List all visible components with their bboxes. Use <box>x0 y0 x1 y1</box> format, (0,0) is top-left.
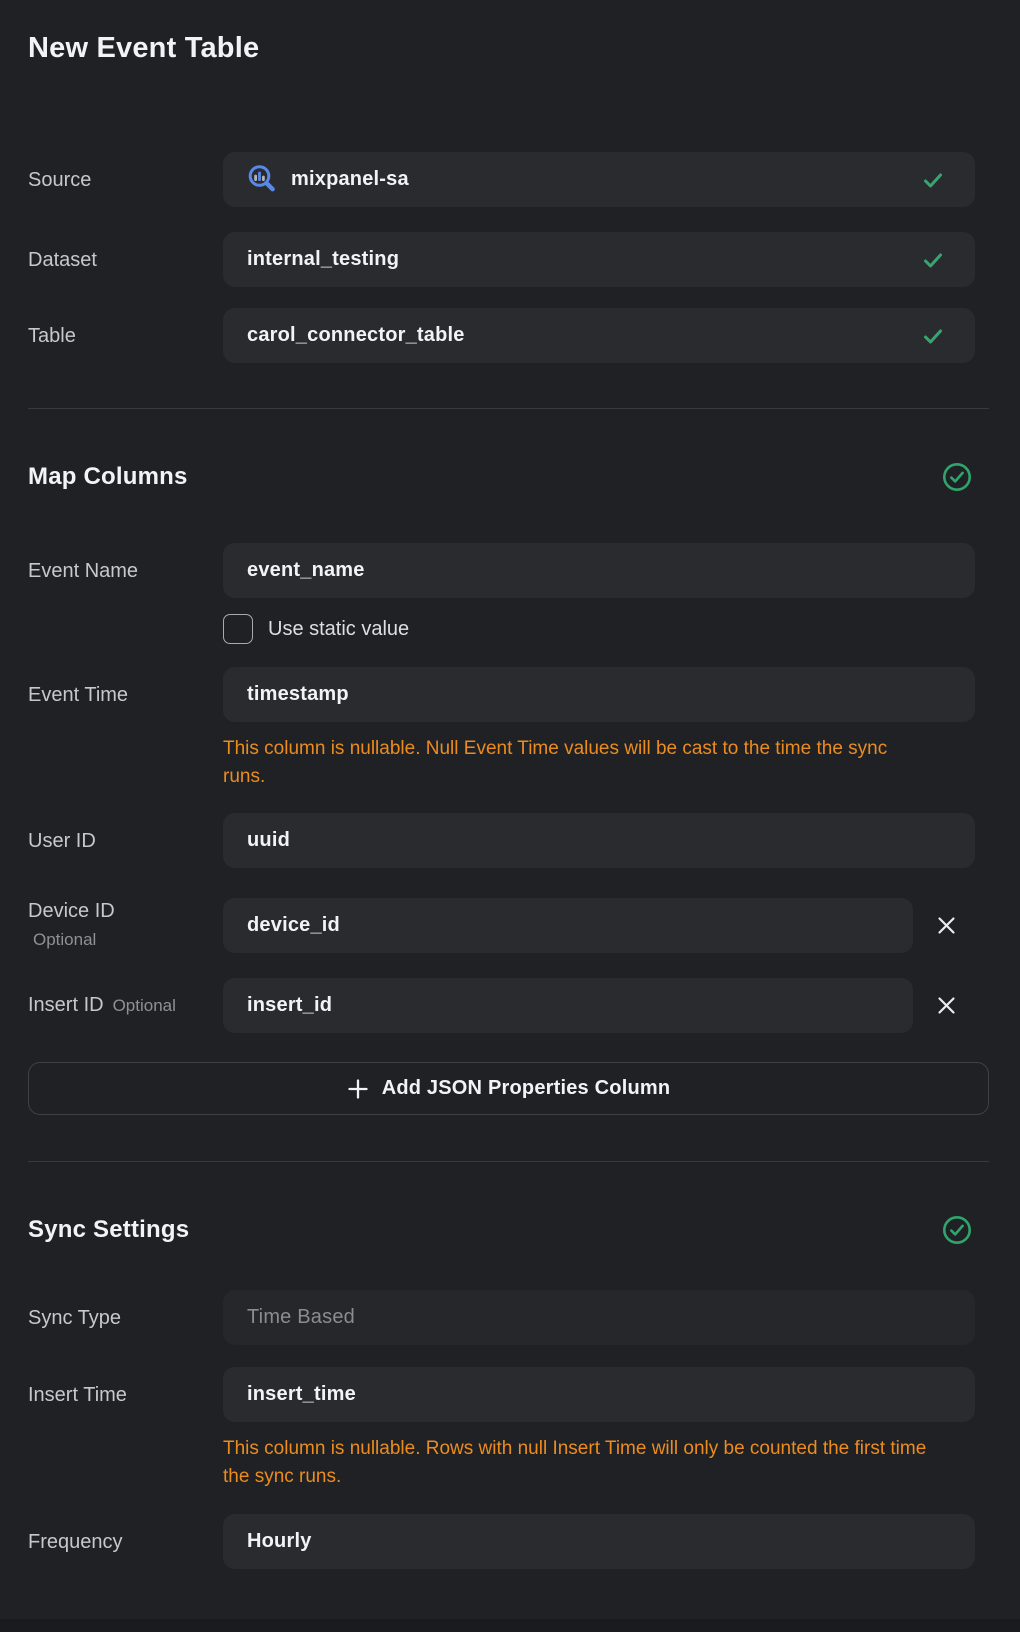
sync-settings-heading: Sync Settings <box>28 1216 189 1244</box>
frequency-field[interactable]: Hourly <box>223 1514 975 1569</box>
sync-type-row: Sync Type Time Based <box>28 1290 975 1345</box>
section-divider <box>28 1161 989 1162</box>
use-static-value-row: Use static value <box>223 614 975 644</box>
map-columns-heading: Map Columns <box>28 463 188 491</box>
dataset-field[interactable]: internal_testing <box>223 232 975 287</box>
insert-id-optional-label: Optional <box>113 996 176 1015</box>
event-name-row: Event Name event_name <box>28 543 975 598</box>
mixpanel-icon <box>245 163 278 196</box>
remove-insert-id-button[interactable] <box>928 988 964 1024</box>
add-json-properties-column-label: Add JSON Properties Column <box>382 1077 671 1100</box>
device-id-label: Device ID Optional <box>28 899 223 952</box>
use-static-value-checkbox[interactable] <box>223 614 253 644</box>
event-name-value: event_name <box>247 559 365 582</box>
source-value: mixpanel-sa <box>291 168 409 191</box>
event-time-field[interactable]: timestamp <box>223 667 975 722</box>
insert-id-label: Insert IDOptional <box>28 993 223 1018</box>
sync-type-field: Time Based <box>223 1290 975 1345</box>
table-field[interactable]: carol_connector_table <box>223 308 975 363</box>
source-row: Source mixpanel-sa <box>28 152 975 207</box>
close-icon <box>935 994 958 1017</box>
use-static-value-label: Use static value <box>268 618 409 641</box>
device-id-optional-label: Optional <box>33 928 223 952</box>
insert-id-row: Insert IDOptional insert_id <box>28 978 975 1033</box>
table-label: Table <box>28 324 223 348</box>
user-id-value: uuid <box>247 829 290 852</box>
dataset-value: internal_testing <box>247 248 399 271</box>
section-complete-icon <box>942 462 972 492</box>
close-icon <box>935 914 958 937</box>
sync-type-label: Sync Type <box>28 1306 223 1330</box>
insert-id-value: insert_id <box>247 994 332 1017</box>
valid-check-icon <box>921 248 945 272</box>
section-divider <box>28 408 989 409</box>
table-row: Table carol_connector_table <box>28 308 975 363</box>
valid-check-icon <box>921 324 945 348</box>
insert-time-row: Insert Time insert_time <box>28 1367 975 1422</box>
insert-time-label: Insert Time <box>28 1383 223 1407</box>
page-title: New Event Table <box>28 0 975 64</box>
device-id-value: device_id <box>247 914 340 937</box>
event-time-warning: This column is nullable. Null Event Time… <box>223 735 933 791</box>
insert-time-value: insert_time <box>247 1383 356 1406</box>
user-id-label: User ID <box>28 829 223 853</box>
frequency-label: Frequency <box>28 1530 223 1554</box>
event-time-label: Event Time <box>28 683 223 707</box>
section-complete-icon <box>942 1215 972 1245</box>
sync-settings-header: Sync Settings <box>28 1214 975 1246</box>
insert-time-warning: This column is nullable. Rows with null … <box>223 1435 933 1491</box>
source-field[interactable]: mixpanel-sa <box>223 152 975 207</box>
valid-check-icon <box>921 168 945 192</box>
event-time-row: Event Time timestamp <box>28 667 975 722</box>
dataset-row: Dataset internal_testing <box>28 232 975 287</box>
insert-id-field[interactable]: insert_id <box>223 978 913 1033</box>
event-time-value: timestamp <box>247 683 349 706</box>
user-id-row: User ID uuid <box>28 813 975 868</box>
bottom-edge-strip <box>0 1619 1020 1632</box>
device-id-row: Device ID Optional device_id <box>28 898 975 953</box>
event-name-field[interactable]: event_name <box>223 543 975 598</box>
plus-icon <box>347 1078 369 1100</box>
table-value: carol_connector_table <box>247 324 465 347</box>
event-name-label: Event Name <box>28 559 223 583</box>
source-label: Source <box>28 168 223 192</box>
frequency-row: Frequency Hourly <box>28 1514 975 1569</box>
sync-type-value: Time Based <box>247 1306 355 1329</box>
dataset-label: Dataset <box>28 248 223 272</box>
insert-time-field[interactable]: insert_time <box>223 1367 975 1422</box>
device-id-field[interactable]: device_id <box>223 898 913 953</box>
map-columns-header: Map Columns <box>28 461 975 493</box>
frequency-value: Hourly <box>247 1530 312 1553</box>
remove-device-id-button[interactable] <box>928 908 964 944</box>
user-id-field[interactable]: uuid <box>223 813 975 868</box>
add-json-properties-column-button[interactable]: Add JSON Properties Column <box>28 1062 989 1115</box>
